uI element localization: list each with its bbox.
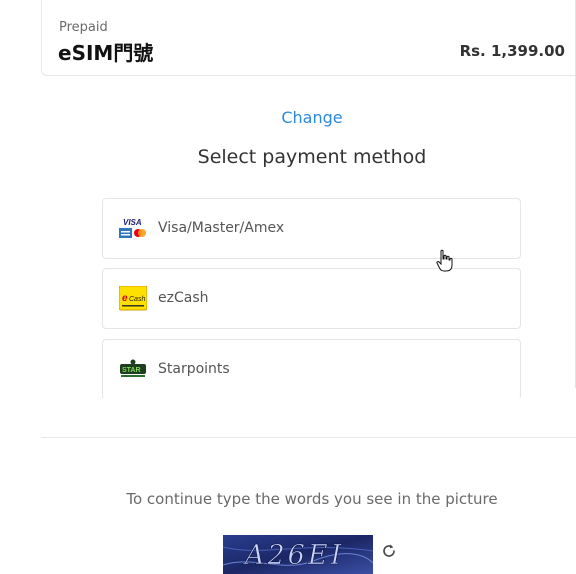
- product-price: Rs. 1,399.00: [459, 42, 565, 60]
- payment-method-title: Select payment method: [197, 146, 427, 168]
- captcha-text: A26EI: [242, 540, 344, 571]
- payment-option-label: Starpoints: [158, 361, 230, 377]
- product-summary-card: Prepaid eSIM門號 Rs. 1,399.00: [41, 0, 576, 76]
- product-name: eSIM門號: [58, 41, 154, 65]
- payment-option-starpoints[interactable]: STAR Starpoints: [102, 339, 521, 398]
- starpoints-logo-icon: STAR: [120, 359, 146, 377]
- product-plan-type: Prepaid: [59, 20, 108, 35]
- ezcash-logo-icon: e Cash: [119, 286, 147, 311]
- refresh-icon[interactable]: [381, 543, 397, 559]
- svg-text:Cash: Cash: [129, 296, 145, 303]
- svg-text:e: e: [122, 293, 128, 304]
- card-networks-icon: VISA: [119, 218, 146, 238]
- svg-text:STAR: STAR: [122, 367, 141, 374]
- section-divider: [41, 437, 576, 438]
- payment-option-label: ezCash: [158, 290, 209, 306]
- payment-option-label: Visa/Master/Amex: [158, 220, 285, 236]
- checkout-page: Prepaid eSIM門號 Rs. 1,399.00 Change Selec…: [0, 0, 576, 574]
- captcha-image: A26EI: [223, 535, 373, 574]
- payment-option-ezcash[interactable]: e Cash ezCash: [102, 268, 521, 329]
- payment-method-list: VISA Visa/Master/Amex e Cash ezCash STAR: [102, 198, 523, 398]
- change-link[interactable]: Change: [0, 108, 576, 127]
- svg-text:VISA: VISA: [123, 218, 142, 227]
- payment-option-card[interactable]: VISA Visa/Master/Amex: [102, 198, 521, 259]
- captcha-instruction: To continue type the words you see in th…: [126, 490, 498, 508]
